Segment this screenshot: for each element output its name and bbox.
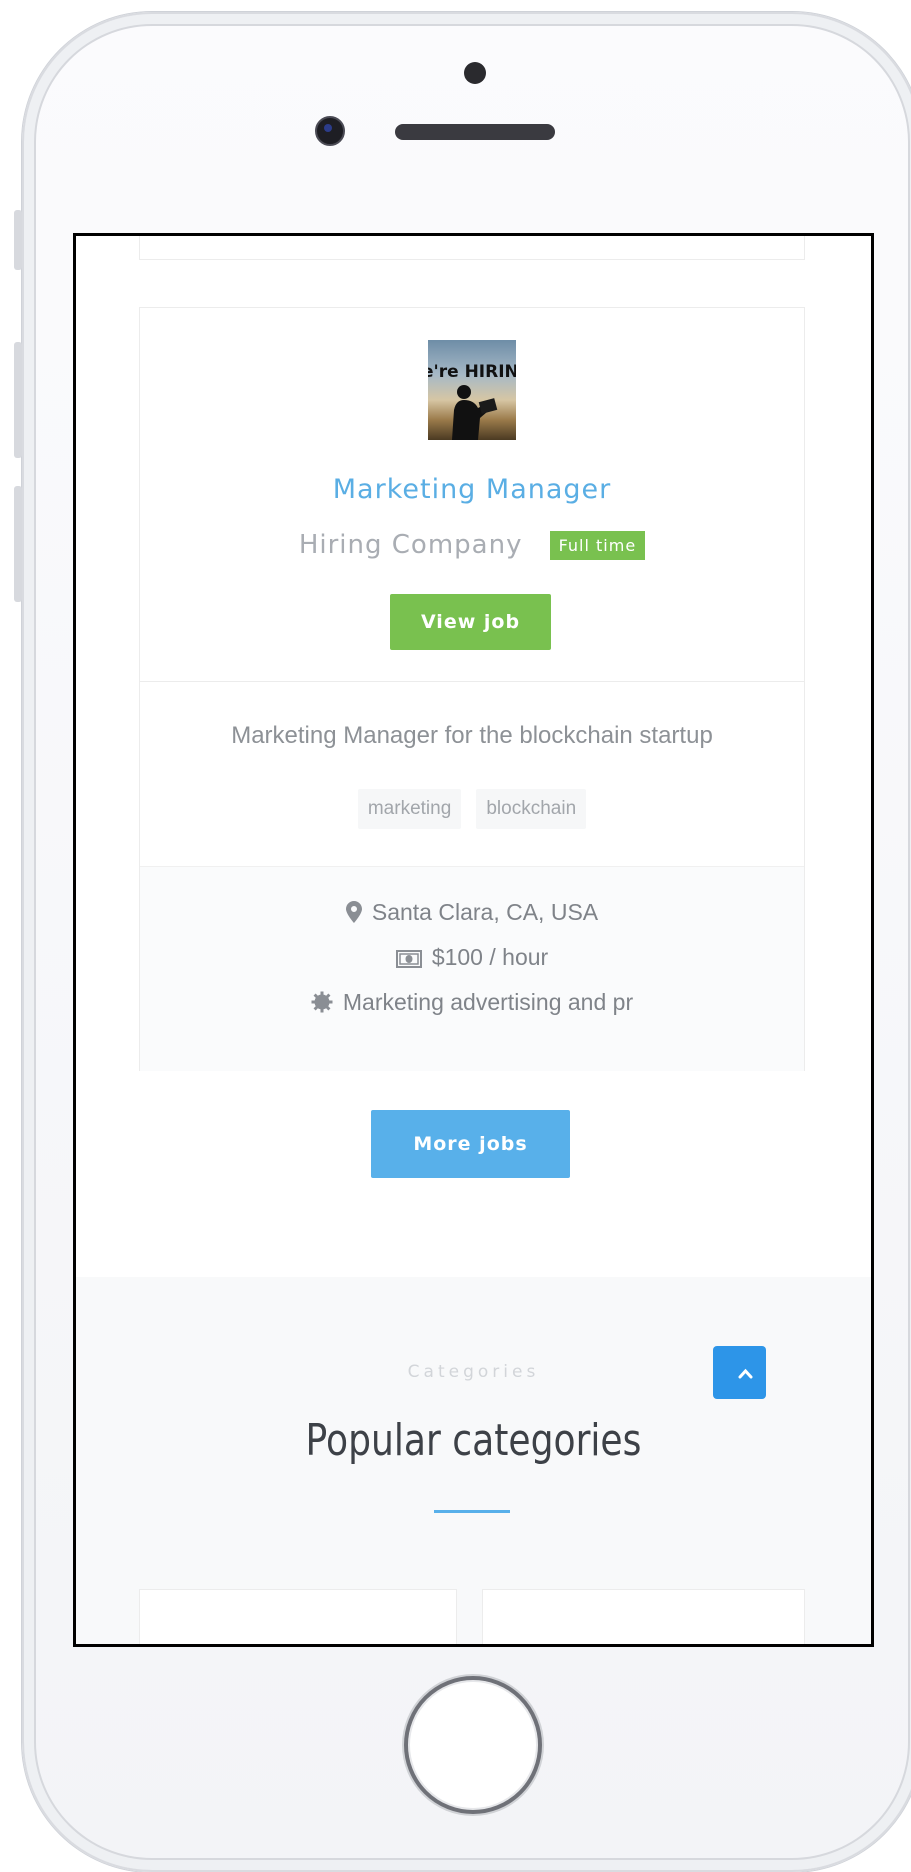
more-jobs-button[interactable]: More jobs — [371, 1110, 570, 1178]
job-description: Marketing Manager for the blockchain sta… — [231, 722, 713, 749]
category-row: Marketing advertising and pr — [140, 989, 804, 1019]
category-card[interactable] — [139, 1589, 457, 1644]
company-name: Hiring Company — [298, 530, 523, 560]
earpiece-speaker — [395, 124, 555, 140]
tag-marketing[interactable]: marketing — [357, 789, 462, 829]
previous-job-card — [139, 236, 805, 260]
categories-title: Popular categories — [305, 1415, 642, 1466]
view-job-button[interactable]: View job — [390, 594, 551, 650]
job-card: e're HIRIN Marketing Manager Hiring Comp… — [139, 307, 805, 1071]
categories-section: Categories Popular categories — [76, 1277, 871, 1644]
map-pin-icon — [345, 901, 362, 929]
money-icon — [395, 947, 422, 974]
company-row: Hiring Company Full time — [140, 530, 804, 560]
volume-down-button — [14, 486, 22, 602]
gear-icon — [311, 991, 333, 1019]
card-divider — [140, 681, 804, 682]
job-type-badge: Full time — [549, 530, 646, 560]
job-meta: Santa Clara, CA, USA $100 / hour Marketi… — [140, 866, 804, 1071]
job-salary: $100 / hour — [431, 944, 549, 970]
job-title[interactable]: Marketing Manager — [140, 474, 804, 505]
mute-switch — [14, 210, 22, 270]
volume-up-button — [14, 342, 22, 458]
salary-row: $100 / hour — [140, 944, 804, 974]
home-button[interactable] — [404, 1676, 542, 1814]
tag-blockchain[interactable]: blockchain — [476, 789, 587, 829]
category-card[interactable] — [482, 1589, 805, 1644]
phone-screen: e're HIRIN Marketing Manager Hiring Comp… — [73, 233, 874, 1647]
camera-lens-icon — [315, 116, 345, 146]
scroll-to-top-button[interactable] — [713, 1346, 766, 1399]
silhouette-icon — [452, 385, 498, 440]
title-underline — [434, 1510, 510, 1513]
job-location: Santa Clara, CA, USA — [371, 899, 599, 925]
chevron-up-icon — [738, 1368, 753, 1379]
job-category: Marketing advertising and pr — [342, 989, 634, 1015]
location-row: Santa Clara, CA, USA — [140, 899, 804, 929]
job-tags: marketing blockchain — [140, 789, 804, 829]
company-logo: e're HIRIN — [428, 340, 516, 440]
front-camera-icon — [464, 62, 486, 84]
